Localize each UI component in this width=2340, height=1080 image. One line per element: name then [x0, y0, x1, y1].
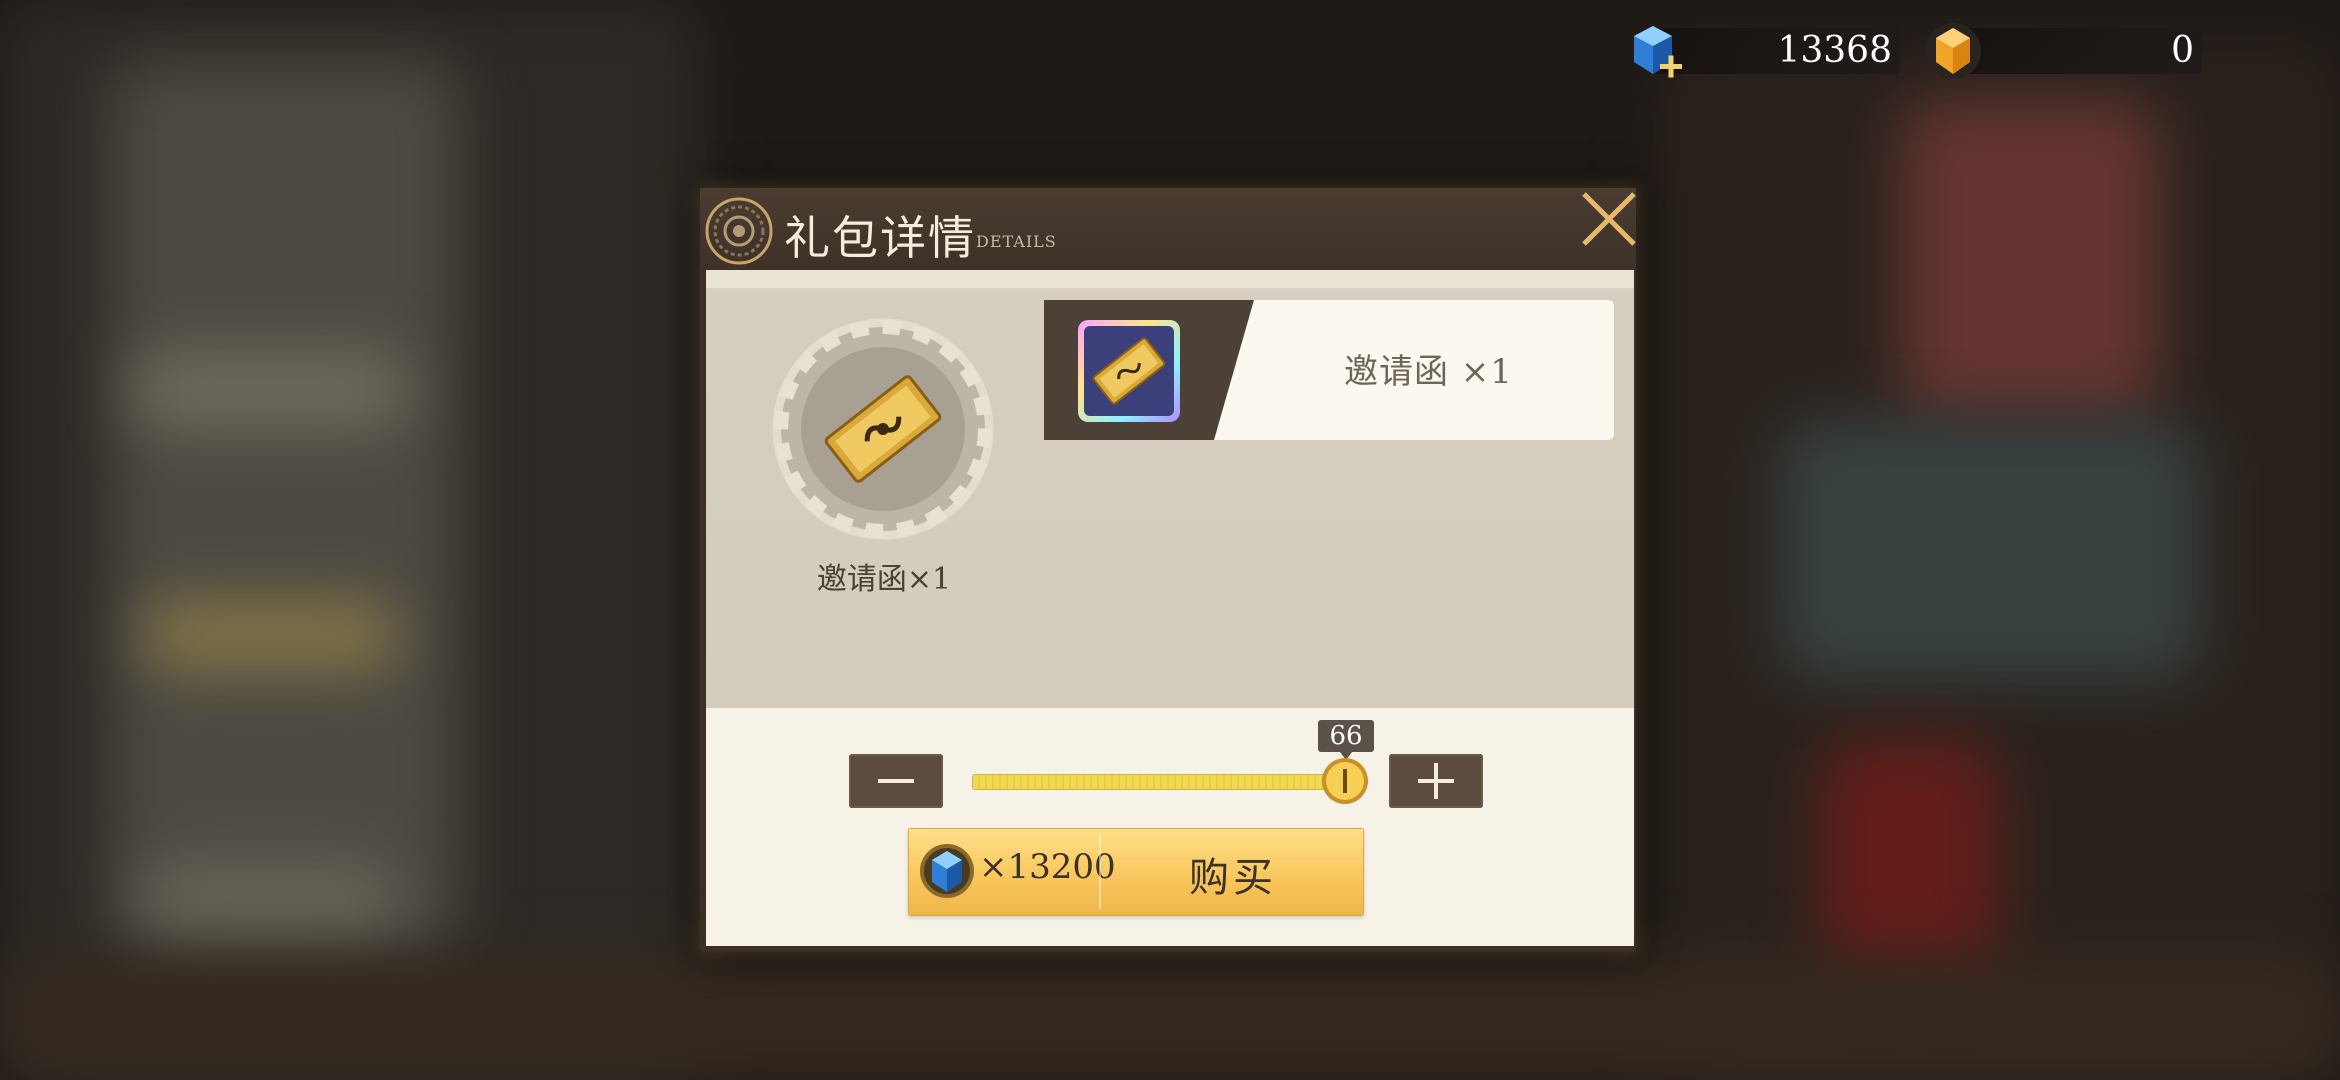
- gear-emblem-icon: [705, 197, 773, 265]
- reward-label: 邀请函 ×1: [1344, 352, 1513, 392]
- buy-button[interactable]: ×13200 购买: [908, 828, 1364, 916]
- gem-amount: 13368: [1777, 30, 1892, 71]
- minus-icon: [878, 779, 914, 783]
- reward-list-item: 邀请函 ×1: [1044, 300, 1614, 440]
- item-caption: 邀请函×1: [816, 562, 952, 597]
- crystal-amount: 0: [2171, 30, 2194, 71]
- dialog-title: 礼包详情: [784, 211, 976, 265]
- gift-pack-details-dialog: 礼包详情 DETAILS 邀请函×1 邀请函 ×1 66 ×13200 购买: [700, 188, 1636, 952]
- dialog-content: 邀请函×1 邀请函 ×1: [706, 270, 1634, 708]
- quantity-slider-fill: [973, 775, 1349, 789]
- decrease-quantity-button[interactable]: [849, 754, 943, 808]
- close-icon[interactable]: [1578, 188, 1640, 250]
- invitation-ticket-icon[interactable]: [1076, 318, 1182, 424]
- purchase-footer: 66 ×13200 购买: [706, 708, 1634, 946]
- buy-price: ×13200: [979, 847, 1116, 887]
- dialog-subtitle: DETAILS: [976, 232, 1057, 251]
- quantity-value: 66: [1318, 720, 1374, 760]
- buy-label: 购买: [1189, 855, 1277, 901]
- increase-quantity-button[interactable]: [1389, 754, 1483, 808]
- gold-crystal-icon: [1925, 23, 1981, 79]
- blue-gem-add-icon[interactable]: [1622, 20, 1684, 82]
- quantity-slider-track[interactable]: [972, 774, 1350, 790]
- quantity-slider-handle[interactable]: [1320, 756, 1370, 806]
- blue-gem-icon: [920, 844, 974, 898]
- gem-currency-display[interactable]: 13368: [1622, 26, 1900, 78]
- plus-icon: [1418, 763, 1454, 799]
- dialog-header: 礼包详情 DETAILS: [700, 188, 1636, 270]
- crystal-currency-display[interactable]: 0: [1922, 23, 2202, 79]
- invitation-ticket-icon: [769, 315, 997, 543]
